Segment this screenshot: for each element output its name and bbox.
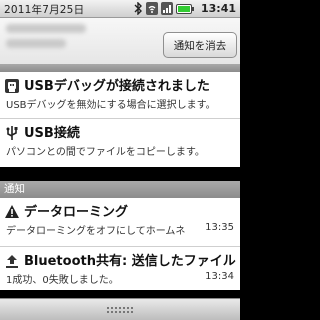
notification-usb-debug[interactable]: USBデバッグが接続されました USBデバッグを無効にする場合に選択します。 — [0, 72, 240, 118]
notification-title: USBデバッグが接続されました — [24, 79, 210, 94]
notification-text: 1成功、0失敗しました。 — [6, 275, 119, 286]
status-time: 13:41 — [201, 2, 237, 15]
status-bar[interactable]: 2011年7月25日 13:41 — [0, 0, 240, 18]
notification-text: USBデバッグを無効にする場合に選択します。 — [6, 100, 216, 111]
warning-icon — [4, 204, 20, 220]
notification-text: データローミングをオフにしてホームネ — [6, 226, 186, 237]
notification-panel-header: 通知を消去 — [0, 18, 240, 64]
notifications-section-header: 通知 — [0, 181, 240, 198]
upload-icon — [4, 253, 20, 269]
notification-title: Bluetooth共有: 送信したファイル — [24, 254, 236, 269]
notification-bluetooth-share[interactable]: Bluetooth共有: 送信したファイル 1成功、0失敗しました。 13:34 — [0, 247, 240, 290]
carrier-detail-blurred — [6, 39, 66, 48]
battery-icon — [176, 0, 194, 19]
wifi-icon — [146, 0, 158, 19]
bluetooth-icon — [134, 0, 143, 19]
notification-text: パソコンとの間でファイルをコピーします。 — [6, 147, 205, 158]
notification-data-roaming[interactable]: データローミング データローミングをオフにしてホームネ 13:35 — [0, 198, 240, 246]
usb-debug-icon — [4, 78, 20, 94]
notification-title: USB接続 — [24, 126, 80, 141]
grip-icon — [106, 306, 134, 314]
notification-time: 13:34 — [205, 271, 234, 282]
status-icons — [134, 0, 194, 19]
status-date: 2011年7月25日 — [4, 4, 85, 16]
carrier-info — [6, 24, 116, 54]
notification-title: データローミング — [24, 205, 129, 220]
clear-notifications-button[interactable]: 通知を消去 — [163, 32, 237, 58]
ongoing-header — [0, 64, 240, 72]
signal-icon — [161, 0, 173, 19]
carrier-name-blurred — [6, 24, 86, 33]
notification-usb-connection[interactable]: USB接続 パソコンとの間でファイルをコピーします。 — [0, 119, 240, 167]
notification-time: 13:35 — [205, 222, 234, 233]
panel-close-handle[interactable] — [0, 298, 240, 320]
usb-icon — [4, 125, 20, 141]
